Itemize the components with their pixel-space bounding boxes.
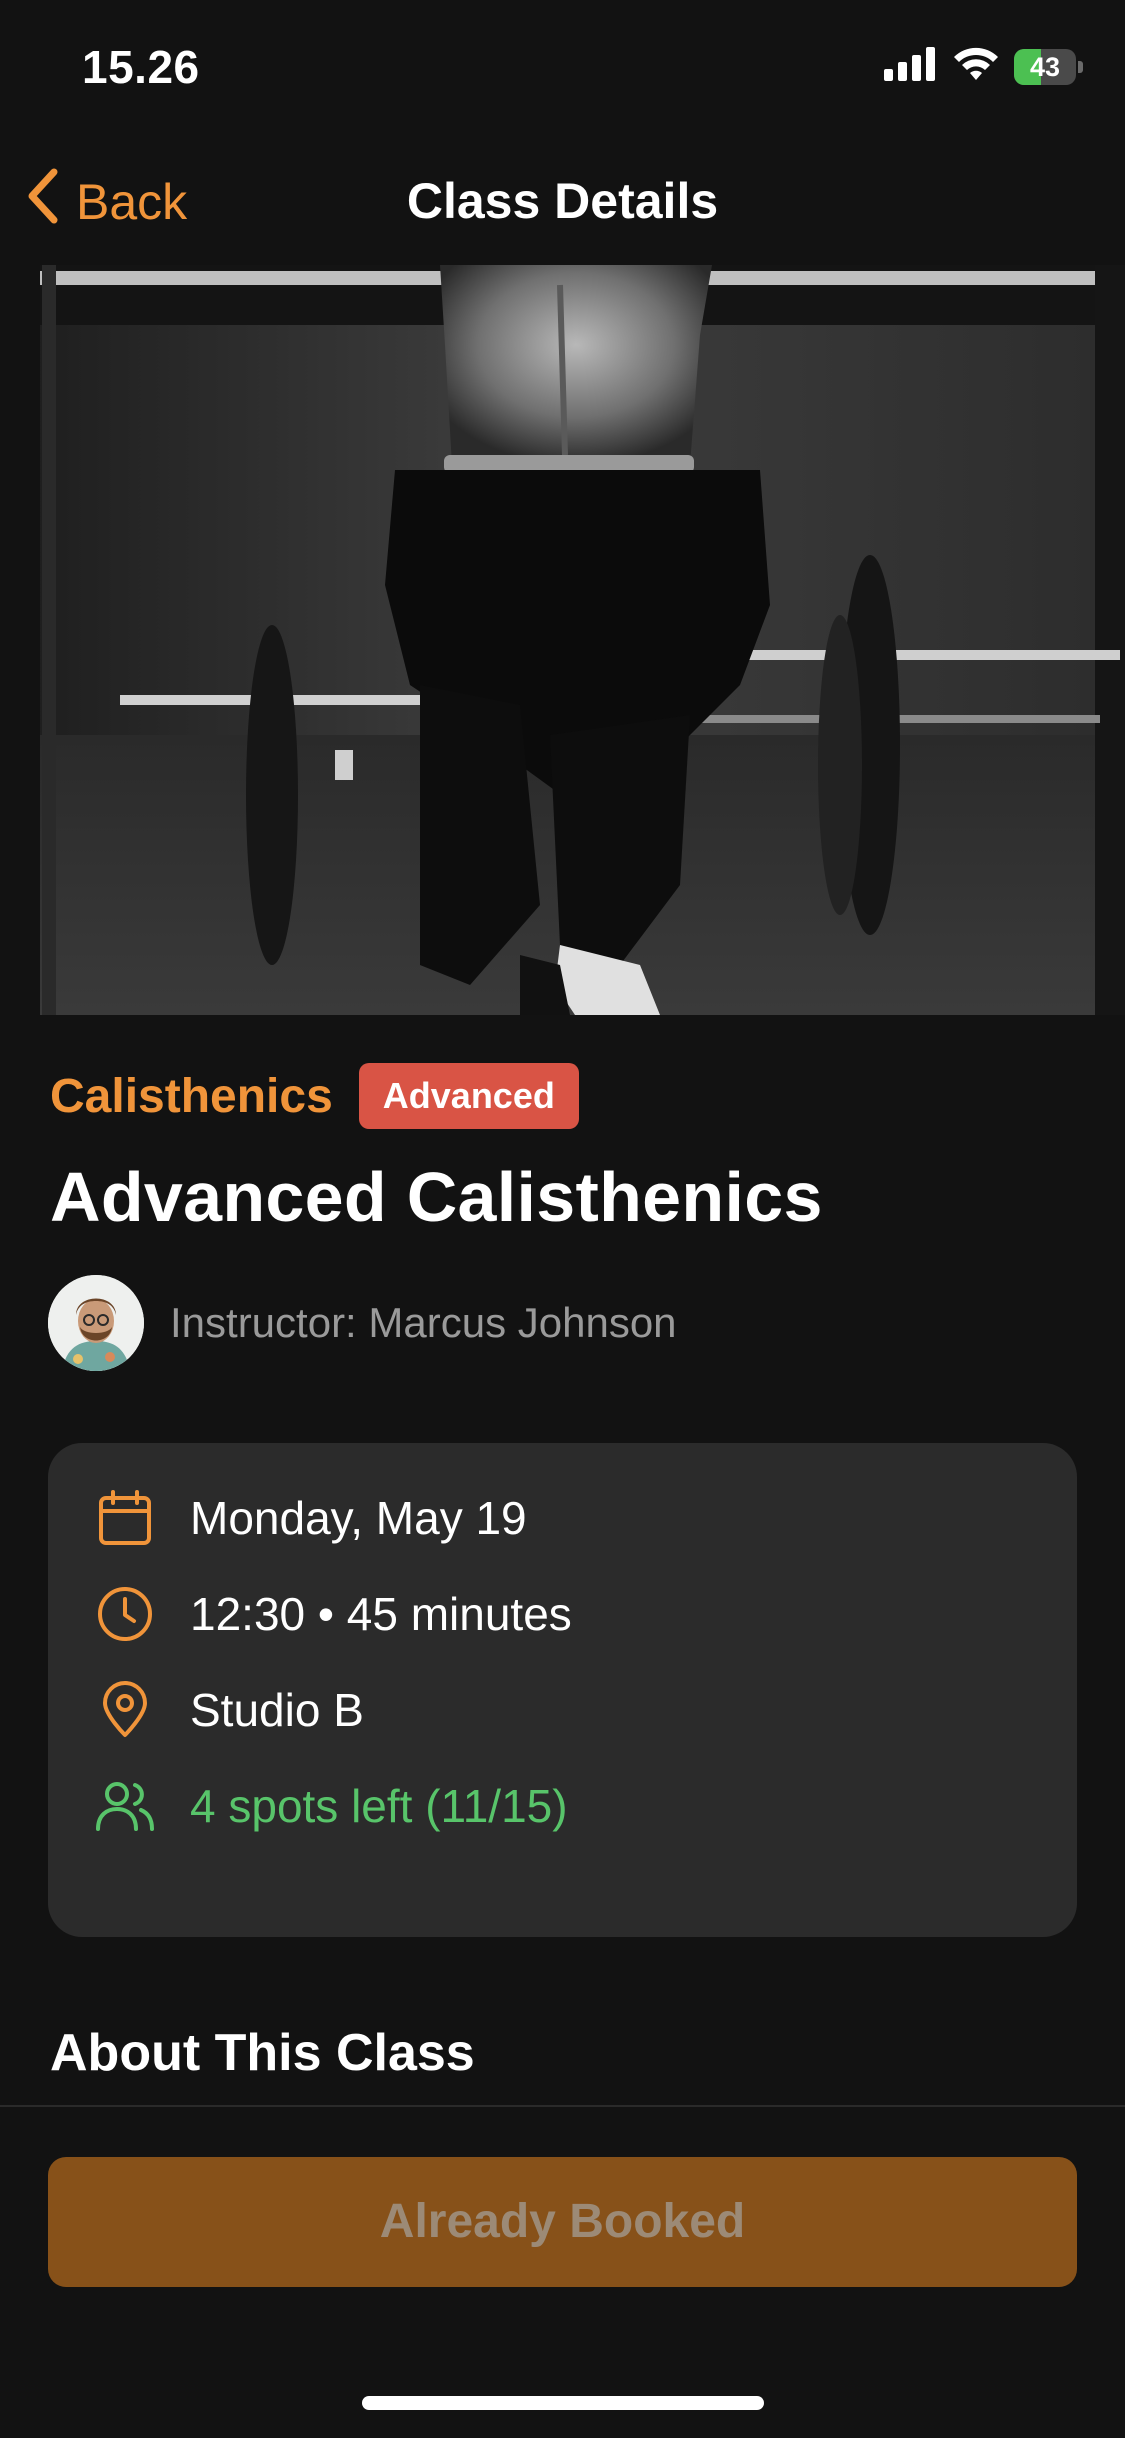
time-row: 12:30 • 45 minutes xyxy=(94,1583,572,1645)
location-row: Studio B xyxy=(94,1679,364,1741)
category-label: Calisthenics xyxy=(50,1069,333,1123)
home-indicator[interactable] xyxy=(362,2396,764,2410)
tag-row: Calisthenics Advanced xyxy=(50,1063,579,1129)
cellular-signal-icon xyxy=(884,47,938,86)
battery-label: 43 xyxy=(1029,51,1061,82)
class-hero-image xyxy=(0,265,1125,1015)
about-section-title: About This Class xyxy=(50,2024,475,2082)
spots-row: 4 spots left (11/15) xyxy=(94,1775,568,1837)
nav-bar: Back Class Details xyxy=(0,140,1125,265)
date-row: Monday, May 19 xyxy=(94,1487,527,1549)
instructor-avatar xyxy=(48,1275,144,1371)
status-bar: 15.26 43 xyxy=(0,0,1125,140)
map-pin-icon xyxy=(94,1679,156,1741)
bottom-action-bar: Already Booked xyxy=(0,2105,1125,2438)
page-title: Class Details xyxy=(406,173,719,229)
spots-text: 4 spots left (11/15) xyxy=(190,1780,568,1832)
status-time: 15.26 xyxy=(82,41,200,93)
class-details-card: Monday, May 19 12:30 • 45 minutes Studio… xyxy=(48,1443,1077,1937)
users-icon xyxy=(94,1775,156,1837)
location-text: Studio B xyxy=(190,1684,364,1736)
status-icons: 43 xyxy=(884,46,1083,87)
level-badge: Advanced xyxy=(358,1063,579,1129)
clock-icon xyxy=(94,1583,156,1645)
wifi-icon xyxy=(952,46,1000,87)
battery-cap xyxy=(1078,60,1083,73)
instructor-name: Instructor: Marcus Johnson xyxy=(170,1299,677,1346)
already-booked-button[interactable]: Already Booked xyxy=(48,2157,1077,2287)
date-text: Monday, May 19 xyxy=(190,1492,527,1544)
class-title: Advanced Calisthenics xyxy=(50,1158,823,1236)
calendar-icon xyxy=(94,1487,156,1549)
battery-indicator: 43 xyxy=(1014,48,1076,85)
instructor-row[interactable]: Instructor: Marcus Johnson xyxy=(48,1275,677,1371)
time-text: 12:30 • 45 minutes xyxy=(190,1588,572,1640)
